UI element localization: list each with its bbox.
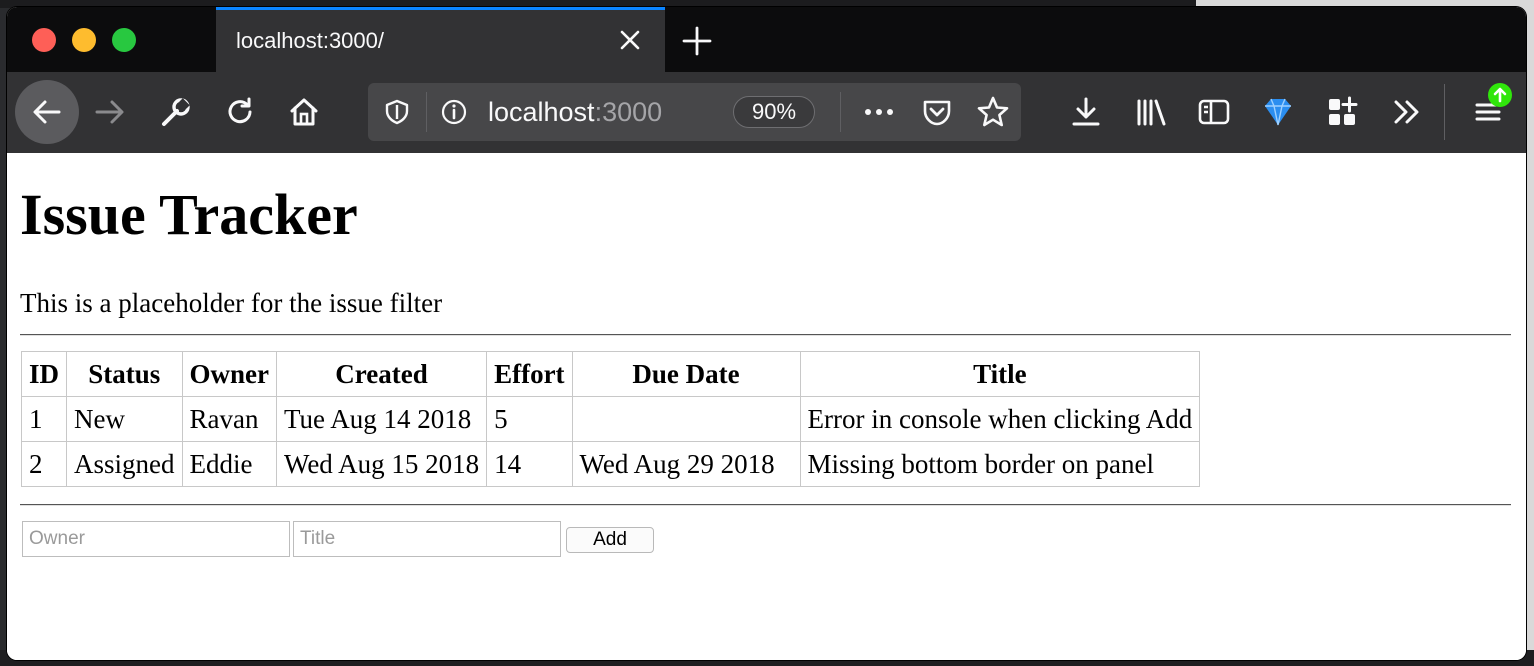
nav-toolbar: localhost:3000 90% [7, 72, 1526, 154]
pocket-icon[interactable] [921, 96, 953, 128]
cell-status: New [66, 396, 183, 442]
column-header-status: Status [66, 351, 183, 397]
cell-status: Assigned [66, 441, 183, 487]
sidebar-icon [1198, 99, 1230, 125]
cell-effort: 5 [486, 396, 573, 442]
info-icon[interactable] [440, 98, 468, 126]
library-button[interactable] [1133, 94, 1169, 130]
url-bar[interactable]: localhost:3000 90% [368, 83, 1021, 141]
tab-close-icon[interactable] [616, 26, 644, 54]
cell-owner: Ravan [181, 396, 278, 442]
sidebar-button[interactable] [1196, 94, 1232, 130]
issue-table: ID Status Owner Created Effort Due Date … [20, 351, 1201, 487]
window-close-button[interactable] [32, 28, 56, 52]
reload-button[interactable] [222, 94, 258, 130]
tab-strip: localhost:3000/ [7, 7, 1526, 72]
shield-icon[interactable] [383, 98, 411, 126]
owner-input[interactable] [22, 521, 290, 557]
more-icon[interactable] [862, 98, 896, 126]
toolbar-divider [1444, 84, 1445, 140]
back-button[interactable] [15, 80, 79, 144]
cell-owner: Eddie [181, 441, 278, 487]
table-header-row: ID Status Owner Created Effort Due Date … [20, 351, 1201, 397]
downloads-button[interactable] [1068, 94, 1104, 130]
divider [20, 504, 1511, 506]
page-content: Issue Tracker This is a placeholder for … [7, 153, 1526, 660]
title-input[interactable] [293, 521, 561, 557]
home-button[interactable] [286, 94, 322, 130]
column-header-effort: Effort [486, 351, 573, 397]
forward-arrow-icon [95, 100, 124, 124]
new-tab-icon[interactable] [679, 23, 715, 59]
browser-window: localhost:3000/ localhost:3000 90% Issue… [7, 7, 1526, 660]
column-header-id: ID [20, 351, 68, 397]
cell-created: Wed Aug 15 2018 [275, 441, 488, 487]
cell-due-date [571, 396, 801, 442]
download-icon [1072, 97, 1100, 126]
reload-icon [228, 97, 252, 124]
tab-localhost[interactable]: localhost:3000/ [216, 7, 665, 72]
column-header-due-date: Due Date [571, 351, 801, 397]
gem-icon [1265, 98, 1291, 126]
table-row: 2 Assigned Eddie Wed Aug 15 2018 14 Wed … [20, 441, 1201, 487]
back-arrow-icon [33, 100, 61, 124]
tools-button[interactable] [158, 94, 194, 130]
cell-title: Missing bottom border on panel [799, 441, 1201, 487]
add-button[interactable]: Add [566, 527, 654, 553]
home-icon [290, 98, 318, 126]
extensions-button[interactable] [1324, 94, 1360, 130]
star-icon[interactable] [976, 95, 1010, 129]
url-separator [840, 92, 841, 132]
forward-button[interactable] [93, 94, 129, 130]
cell-id: 1 [20, 396, 68, 442]
extension-gem-button[interactable] [1260, 94, 1296, 130]
overflow-button[interactable] [1389, 94, 1425, 130]
page-title: Issue Tracker [20, 182, 358, 247]
column-header-created: Created [275, 351, 488, 397]
url-port: :3000 [594, 97, 663, 127]
tab-title: localhost:3000/ [236, 28, 384, 53]
cell-id: 2 [20, 441, 68, 487]
url-separator [426, 92, 427, 132]
divider [20, 334, 1511, 336]
url-text[interactable]: localhost:3000 [488, 97, 662, 128]
window-maximize-button[interactable] [112, 28, 136, 52]
zoom-indicator[interactable]: 90% [733, 96, 815, 128]
overflow-icon [1394, 100, 1419, 124]
cell-title: Error in console when clicking Add [799, 396, 1201, 442]
cell-effort: 14 [486, 441, 573, 487]
column-header-owner: Owner [181, 351, 278, 397]
extensions-icon [1329, 96, 1358, 125]
table-row: 1 New Ravan Tue Aug 14 2018 5 Error in c… [20, 396, 1201, 442]
wrench-icon [162, 98, 190, 126]
url-host: localhost [488, 97, 595, 127]
update-badge-icon [1488, 83, 1512, 107]
column-header-title: Title [799, 351, 1201, 397]
cell-due-date: Wed Aug 29 2018 [571, 441, 801, 487]
library-icon [1137, 99, 1166, 126]
cell-created: Tue Aug 14 2018 [275, 396, 488, 442]
issue-filter-placeholder: This is a placeholder for the issue filt… [20, 288, 443, 318]
window-minimize-button[interactable] [72, 28, 96, 52]
